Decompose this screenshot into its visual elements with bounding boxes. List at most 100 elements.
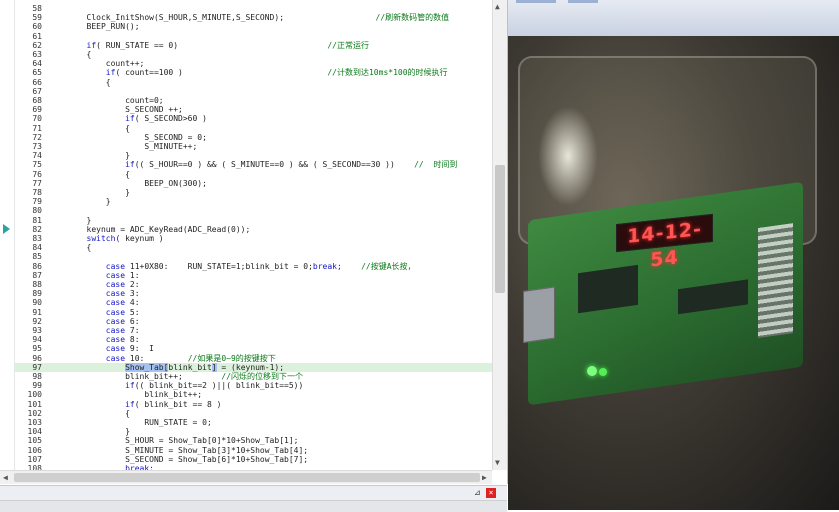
code-line[interactable]: 84 { bbox=[14, 243, 492, 252]
code-text: } bbox=[48, 151, 130, 161]
code-line[interactable]: 81 } bbox=[14, 216, 492, 225]
line-number: 88 bbox=[32, 280, 42, 289]
dev-board-photo: 14-12-54 bbox=[508, 36, 839, 510]
code-editor[interactable]: 58 59 Clock_InitShow(S_HOUR,S_MINUTE,S_SE… bbox=[0, 0, 508, 484]
code-line[interactable]: 66 { bbox=[14, 78, 492, 87]
line-number: 68 bbox=[32, 96, 42, 105]
code-text: Show_Tab[blink_bit] = (keynum-1); bbox=[125, 362, 285, 372]
pin-header bbox=[758, 223, 793, 338]
code-line[interactable]: 89 case 3: bbox=[14, 289, 492, 298]
code-line[interactable]: 73 S_MINUTE++; bbox=[14, 142, 492, 151]
horizontal-scroll-thumb[interactable] bbox=[14, 473, 480, 482]
code-line[interactable]: 88 case 2: bbox=[14, 280, 492, 289]
code-line[interactable]: 67 bbox=[14, 87, 492, 96]
code-line[interactable]: 107 S_SECOND = Show_Tab[6]*10+Show_Tab[7… bbox=[14, 455, 492, 464]
pin-icon[interactable]: ⊿ bbox=[474, 488, 481, 497]
code-line[interactable]: 60 BEEP_RUN(); bbox=[14, 22, 492, 31]
line-number: 82 bbox=[32, 224, 42, 234]
line-number: 71 bbox=[32, 123, 42, 133]
line-number: 75 bbox=[32, 160, 42, 170]
code-line[interactable]: 99 if(( blink_bit==2 )||( blink_bit==5)) bbox=[14, 381, 492, 390]
code-text: if(( blink_bit==2 )||( blink_bit==5)) bbox=[125, 381, 304, 391]
close-icon[interactable]: × bbox=[486, 488, 496, 498]
code-line[interactable]: 86 case 11+0X80: RUN_STATE=1;blink_bit =… bbox=[14, 262, 492, 271]
code-line[interactable]: 102 { bbox=[14, 409, 492, 418]
chip bbox=[678, 279, 748, 315]
code-line[interactable]: 82 keynum = ADC_KeyRead(ADC_Read(0)); bbox=[14, 225, 492, 234]
code-text: { bbox=[48, 169, 130, 179]
line-number: 60 bbox=[32, 22, 42, 32]
code-line[interactable]: 90 case 4: bbox=[14, 298, 492, 307]
code-line[interactable]: 69 S_SECOND ++; bbox=[14, 105, 492, 114]
line-number: 98 bbox=[32, 372, 42, 381]
code-line[interactable]: 93 case 7: bbox=[14, 326, 492, 335]
code-line[interactable]: 104 } bbox=[14, 427, 492, 436]
code-line[interactable]: 94 case 8: bbox=[14, 335, 492, 344]
code-line[interactable]: 91 case 5: bbox=[14, 308, 492, 317]
code-text: case 1: bbox=[105, 270, 140, 280]
code-line[interactable]: 59 Clock_InitShow(S_HOUR,S_MINUTE,S_SECO… bbox=[14, 13, 492, 22]
code-text: { bbox=[48, 243, 92, 253]
code-line[interactable]: 65 if( count==100 ) //计数到达10ms*100的时候执行 bbox=[14, 68, 492, 77]
code-line[interactable]: 96 case 10: //如果是0~9的按键按下 bbox=[14, 354, 492, 363]
code-line[interactable]: 58 bbox=[14, 4, 492, 13]
code-line[interactable]: 64 count++; bbox=[14, 59, 492, 68]
scroll-up-arrow-icon[interactable]: ▲ bbox=[495, 2, 500, 11]
code-line[interactable]: 62 if( RUN_STATE == 0) //正常运行 bbox=[14, 41, 492, 50]
code-text: BEEP_RUN(); bbox=[48, 22, 140, 32]
line-number: 100 bbox=[27, 390, 42, 400]
code-text: S_HOUR = Show_Tab[0]*10+Show_Tab[1]; bbox=[48, 436, 299, 446]
code-line[interactable]: 79 } bbox=[14, 197, 492, 206]
line-number: 59 bbox=[32, 13, 42, 23]
scroll-right-arrow-icon[interactable]: ▶ bbox=[482, 473, 487, 482]
code-text: if( blink_bit == 8 ) bbox=[125, 399, 222, 409]
code-line[interactable]: 61 bbox=[14, 32, 492, 41]
code-lines[interactable]: 58 59 Clock_InitShow(S_HOUR,S_MINUTE,S_SE… bbox=[14, 4, 492, 473]
code-line[interactable]: 74 } bbox=[14, 151, 492, 160]
scroll-left-arrow-icon[interactable]: ◀ bbox=[3, 473, 8, 482]
editor-gutter[interactable] bbox=[0, 0, 15, 470]
code-text: { bbox=[48, 77, 111, 87]
code-line[interactable]: 72 S_SECOND = 0; bbox=[14, 133, 492, 142]
code-text: S_SECOND = Show_Tab[6]*10+Show_Tab[7]; bbox=[48, 454, 309, 464]
code-line[interactable]: 95 case 9: I bbox=[14, 344, 492, 353]
scroll-down-arrow-icon[interactable]: ▼ bbox=[495, 458, 500, 467]
connector bbox=[523, 286, 555, 344]
code-line[interactable]: 105 S_HOUR = Show_Tab[0]*10+Show_Tab[1]; bbox=[14, 436, 492, 445]
code-line[interactable]: 70 if( S_SECOND>60 ) bbox=[14, 114, 492, 123]
output-panel: ⊿ × bbox=[0, 485, 507, 512]
code-line[interactable]: 97 Show_Tab[blink_bit] = (keynum-1); bbox=[14, 362, 492, 372]
line-number: 102 bbox=[27, 408, 42, 418]
code-line[interactable]: 83 switch( keynum ) bbox=[14, 234, 492, 243]
code-line[interactable]: 87 case 1: bbox=[14, 271, 492, 280]
code-line[interactable]: 98 blink_bit++; //闪烁的位移到下一个 bbox=[14, 372, 492, 381]
line-number: 86 bbox=[32, 261, 42, 271]
code-line[interactable]: 78 } bbox=[14, 188, 492, 197]
code-line[interactable]: 68 count=0; bbox=[14, 96, 492, 105]
code-line[interactable]: 80 bbox=[14, 206, 492, 215]
vertical-scrollbar[interactable]: ▲ ▼ bbox=[492, 0, 507, 470]
code-line[interactable]: 71 { bbox=[14, 124, 492, 133]
code-text: keynum = ADC_KeyRead(ADC_Read(0)); bbox=[48, 224, 251, 234]
code-line[interactable]: 76 { bbox=[14, 170, 492, 179]
code-line[interactable]: 85 bbox=[14, 252, 492, 261]
line-number: 84 bbox=[32, 243, 42, 253]
code-text: } bbox=[48, 215, 92, 225]
code-text: if( S_SECOND>60 ) bbox=[125, 114, 207, 124]
code-text: case 6: bbox=[105, 316, 140, 326]
horizontal-scrollbar[interactable]: ◀ ▶ bbox=[0, 470, 492, 484]
code-line[interactable]: 77 BEEP_ON(300); bbox=[14, 179, 492, 188]
code-line[interactable]: 101 if( blink_bit == 8 ) bbox=[14, 400, 492, 409]
vertical-scroll-thumb[interactable] bbox=[495, 165, 505, 293]
code-line[interactable]: 106 S_MINUTE = Show_Tab[3]*10+Show_Tab[4… bbox=[14, 446, 492, 455]
line-number: 66 bbox=[32, 77, 42, 87]
code-line[interactable]: 75 if(( S_HOUR==0 ) && ( S_MINUTE==0 ) &… bbox=[14, 160, 492, 169]
line-number: 64 bbox=[32, 59, 42, 69]
code-line[interactable]: 103 RUN_STATE = 0; bbox=[14, 418, 492, 427]
code-line[interactable]: 63 { bbox=[14, 50, 492, 59]
code-line[interactable]: 92 case 6: bbox=[14, 317, 492, 326]
code-text: RUN_STATE = 0; bbox=[48, 418, 212, 427]
light-glare bbox=[538, 106, 598, 206]
code-line[interactable]: 100 blink_bit++; bbox=[14, 390, 492, 399]
line-number: 89 bbox=[32, 289, 42, 299]
